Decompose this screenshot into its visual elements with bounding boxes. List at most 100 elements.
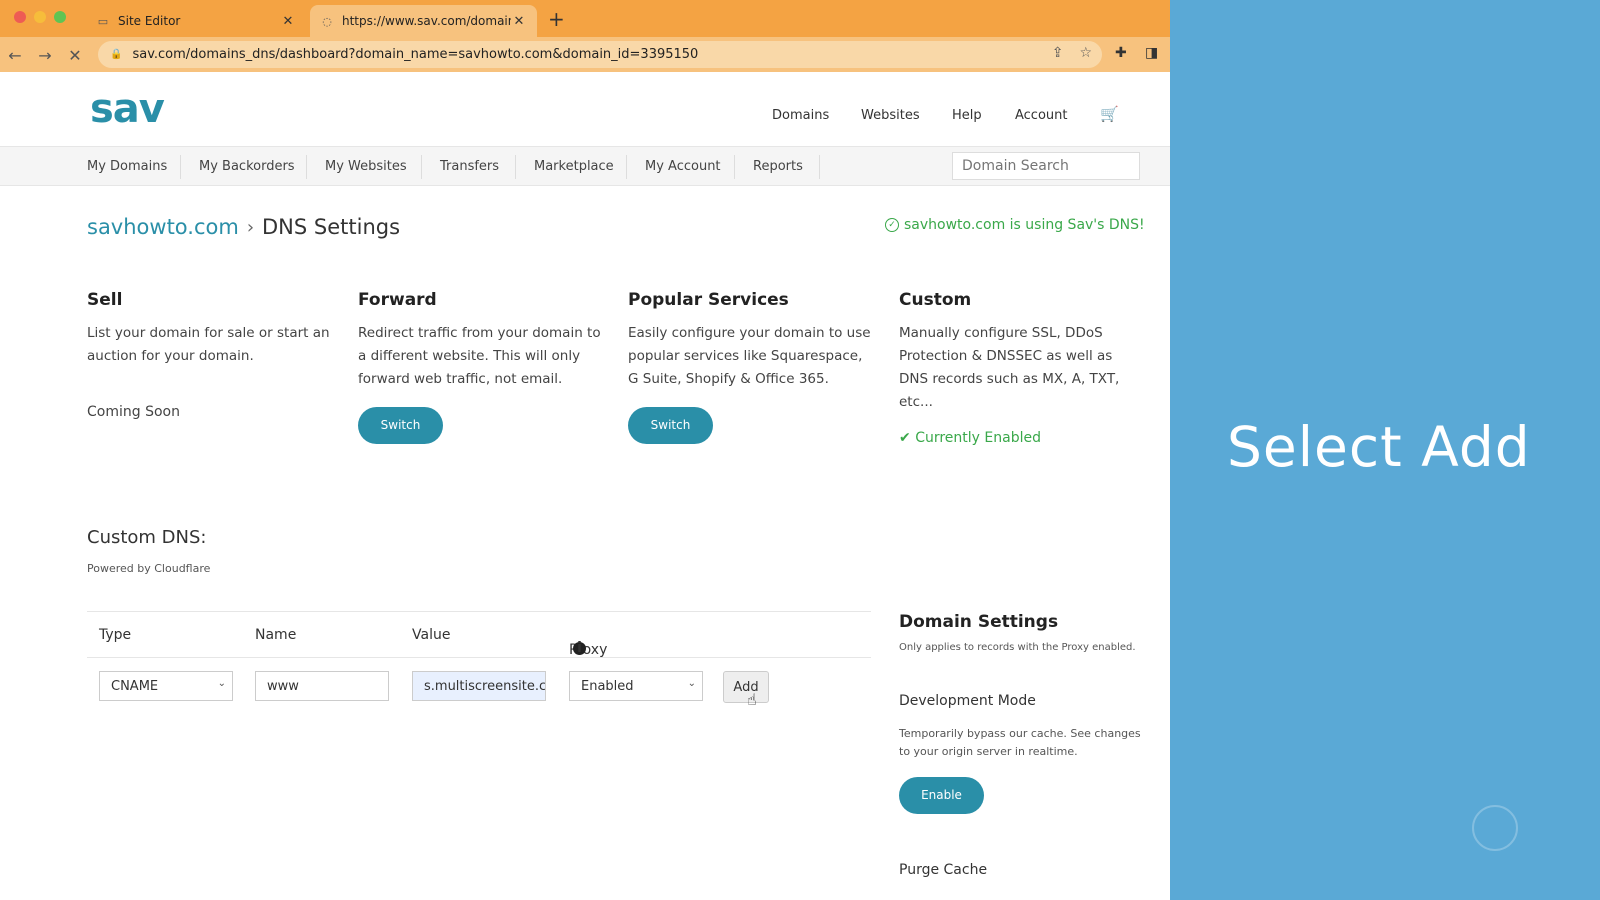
breadcrumb-domain-link[interactable]: savhowto.com (87, 215, 239, 239)
custom-title: Custom (899, 290, 972, 310)
subnav-my-backorders[interactable]: My Backorders (199, 159, 295, 174)
subnav-my-domains[interactable]: My Domains (87, 159, 167, 174)
custom-status: ✔ Currently Enabled (899, 430, 1144, 446)
account-subnav: My Domains My Backorders My Websites Tra… (0, 146, 1170, 186)
popular-services-switch-button[interactable]: Switch (628, 407, 713, 444)
record-name-value: www (267, 678, 299, 694)
custom-dns-subtitle: Powered by Cloudflare (87, 562, 211, 575)
check-circle-icon: ✓ (885, 218, 899, 232)
subnav-marketplace[interactable]: Marketplace (534, 159, 614, 174)
maximize-window-icon[interactable] (54, 11, 66, 23)
url-text: sav.com/domains_dns/dashboard?domain_nam… (132, 47, 699, 62)
forward-arrow-icon[interactable]: → (34, 44, 56, 66)
popular-services-title: Popular Services (628, 290, 789, 310)
browser-window: ▭ Site Editor ✕ ◌ https://www.sav.com/do… (0, 0, 1170, 900)
tab-title: Site Editor (118, 14, 181, 28)
add-record-button[interactable]: Add (723, 671, 769, 703)
sell-card: Sell List your domain for sale or start … (87, 290, 332, 420)
table-row: CNAME ⌄ www s.multiscreensite.cc Enabled… (87, 658, 871, 718)
dns-status-message: ✓ savhowto.com is using Sav's DNS! (885, 217, 1145, 233)
browser-toolbar: ← → ✕ 🔒 sav.com/domains_dns/dashboard?do… (0, 37, 1170, 72)
tab-site-editor[interactable]: ▭ Site Editor ✕ (86, 5, 306, 37)
sell-description: List your domain for sale or start an au… (87, 325, 330, 364)
back-arrow-icon[interactable]: ← (4, 44, 26, 66)
stop-loading-icon[interactable]: ✕ (64, 44, 86, 66)
header-name: Name (255, 627, 297, 643)
tab-bar: ▭ Site Editor ✕ ◌ https://www.sav.com/do… (0, 0, 1170, 37)
custom-description: Manually configure SSL, DDoS Protection … (899, 325, 1120, 410)
purge-cache-title: Purge Cache (899, 862, 988, 878)
proxy-select[interactable]: Enabled ⌄ (569, 671, 703, 701)
instruction-caption: Select Add (1227, 415, 1531, 479)
new-tab-icon[interactable]: + (548, 7, 565, 31)
table-header: Type Name Value Proxy i (87, 612, 871, 658)
nav-help[interactable]: Help (952, 108, 982, 123)
breadcrumb: savhowto.com › DNS Settings (87, 215, 400, 239)
nav-account[interactable]: Account (1015, 108, 1068, 123)
custom-card: Custom Manually configure SSL, DDoS Prot… (899, 290, 1144, 446)
sell-coming-soon: Coming Soon (87, 404, 180, 420)
close-window-icon[interactable] (14, 11, 26, 23)
chevron-down-icon: ⌄ (217, 678, 226, 689)
record-type-select[interactable]: CNAME ⌄ (99, 671, 233, 701)
domain-search-input[interactable] (952, 152, 1140, 180)
nav-domains[interactable]: Domains (772, 108, 829, 123)
address-bar[interactable]: 🔒 sav.com/domains_dns/dashboard?domain_n… (98, 41, 1102, 68)
custom-status-text: Currently Enabled (915, 430, 1041, 446)
divider (421, 155, 422, 179)
close-tab-icon[interactable]: ✕ (511, 14, 527, 29)
nav-websites[interactable]: Websites (861, 108, 920, 123)
checkmark-icon: ✔ (899, 430, 911, 446)
page-icon: ▭ (97, 14, 109, 28)
close-tab-icon[interactable]: ✕ (280, 14, 296, 29)
pointer-cursor-icon: ☝ (747, 690, 757, 709)
subnav-my-websites[interactable]: My Websites (325, 159, 407, 174)
dns-status-text: savhowto.com is using Sav's DNS! (904, 217, 1145, 233)
record-name-input[interactable]: www (255, 671, 389, 701)
forward-description: Redirect traffic from your domain to a d… (358, 325, 601, 387)
share-icon[interactable]: ⇪ (1052, 45, 1064, 61)
loading-icon: ◌ (322, 14, 332, 28)
info-icon[interactable]: i (573, 641, 586, 655)
subnav-my-account[interactable]: My Account (645, 159, 721, 174)
dev-mode-enable-button[interactable]: Enable (899, 777, 984, 814)
minimize-window-icon[interactable] (34, 11, 46, 23)
subnav-transfers[interactable]: Transfers (440, 159, 499, 174)
tab-title: https://www.sav.com/domains (342, 14, 511, 28)
sell-title: Sell (87, 290, 123, 310)
proxy-value: Enabled (581, 678, 634, 694)
extensions-puzzle-icon[interactable]: ✚ (1115, 45, 1127, 61)
popular-services-description: Easily configure your domain to use popu… (628, 325, 871, 387)
subnav-reports[interactable]: Reports (753, 159, 803, 174)
divider (515, 155, 516, 179)
cart-icon[interactable]: 🛒 (1100, 105, 1119, 123)
record-type-value: CNAME (111, 678, 159, 694)
page-title: DNS Settings (262, 215, 401, 239)
custom-dns-section: Custom DNS: Powered by Cloudflare (87, 527, 210, 575)
tab-sav-domains[interactable]: ◌ https://www.sav.com/domains ✕ (310, 5, 537, 37)
forward-title: Forward (358, 290, 437, 310)
dns-records-table: Type Name Value Proxy i CNAME ⌄ www s.mul… (87, 611, 871, 718)
domain-settings-panel: Domain Settings Only applies to records … (899, 612, 1149, 878)
divider (734, 155, 735, 179)
domain-settings-title: Domain Settings (899, 612, 1059, 632)
bookmark-star-icon[interactable]: ☆ (1079, 45, 1092, 61)
record-value-text: s.multiscreensite.cc (424, 678, 546, 694)
divider (626, 155, 627, 179)
record-value-input[interactable]: s.multiscreensite.cc (412, 671, 546, 701)
watermark-logo-icon (1472, 805, 1518, 851)
sidebar-toggle-icon[interactable]: ◨ (1145, 45, 1158, 61)
header-type: Type (99, 627, 132, 643)
forward-switch-button[interactable]: Switch (358, 407, 443, 444)
domain-settings-hint: Only applies to records with the Proxy e… (899, 642, 1136, 653)
divider (180, 155, 181, 179)
chevron-right-icon: › (246, 216, 255, 238)
dev-mode-description: Temporarily bypass our cache. See change… (899, 727, 1141, 758)
sav-logo[interactable]: sav (90, 86, 165, 132)
forward-card: Forward Redirect traffic from your domai… (358, 290, 603, 444)
lock-icon: 🔒 (110, 49, 123, 60)
instruction-overlay: Select Add (1170, 0, 1600, 900)
dev-mode-title: Development Mode (899, 693, 1036, 709)
popular-services-card: Popular Services Easily configure your d… (628, 290, 873, 444)
divider (819, 155, 820, 179)
